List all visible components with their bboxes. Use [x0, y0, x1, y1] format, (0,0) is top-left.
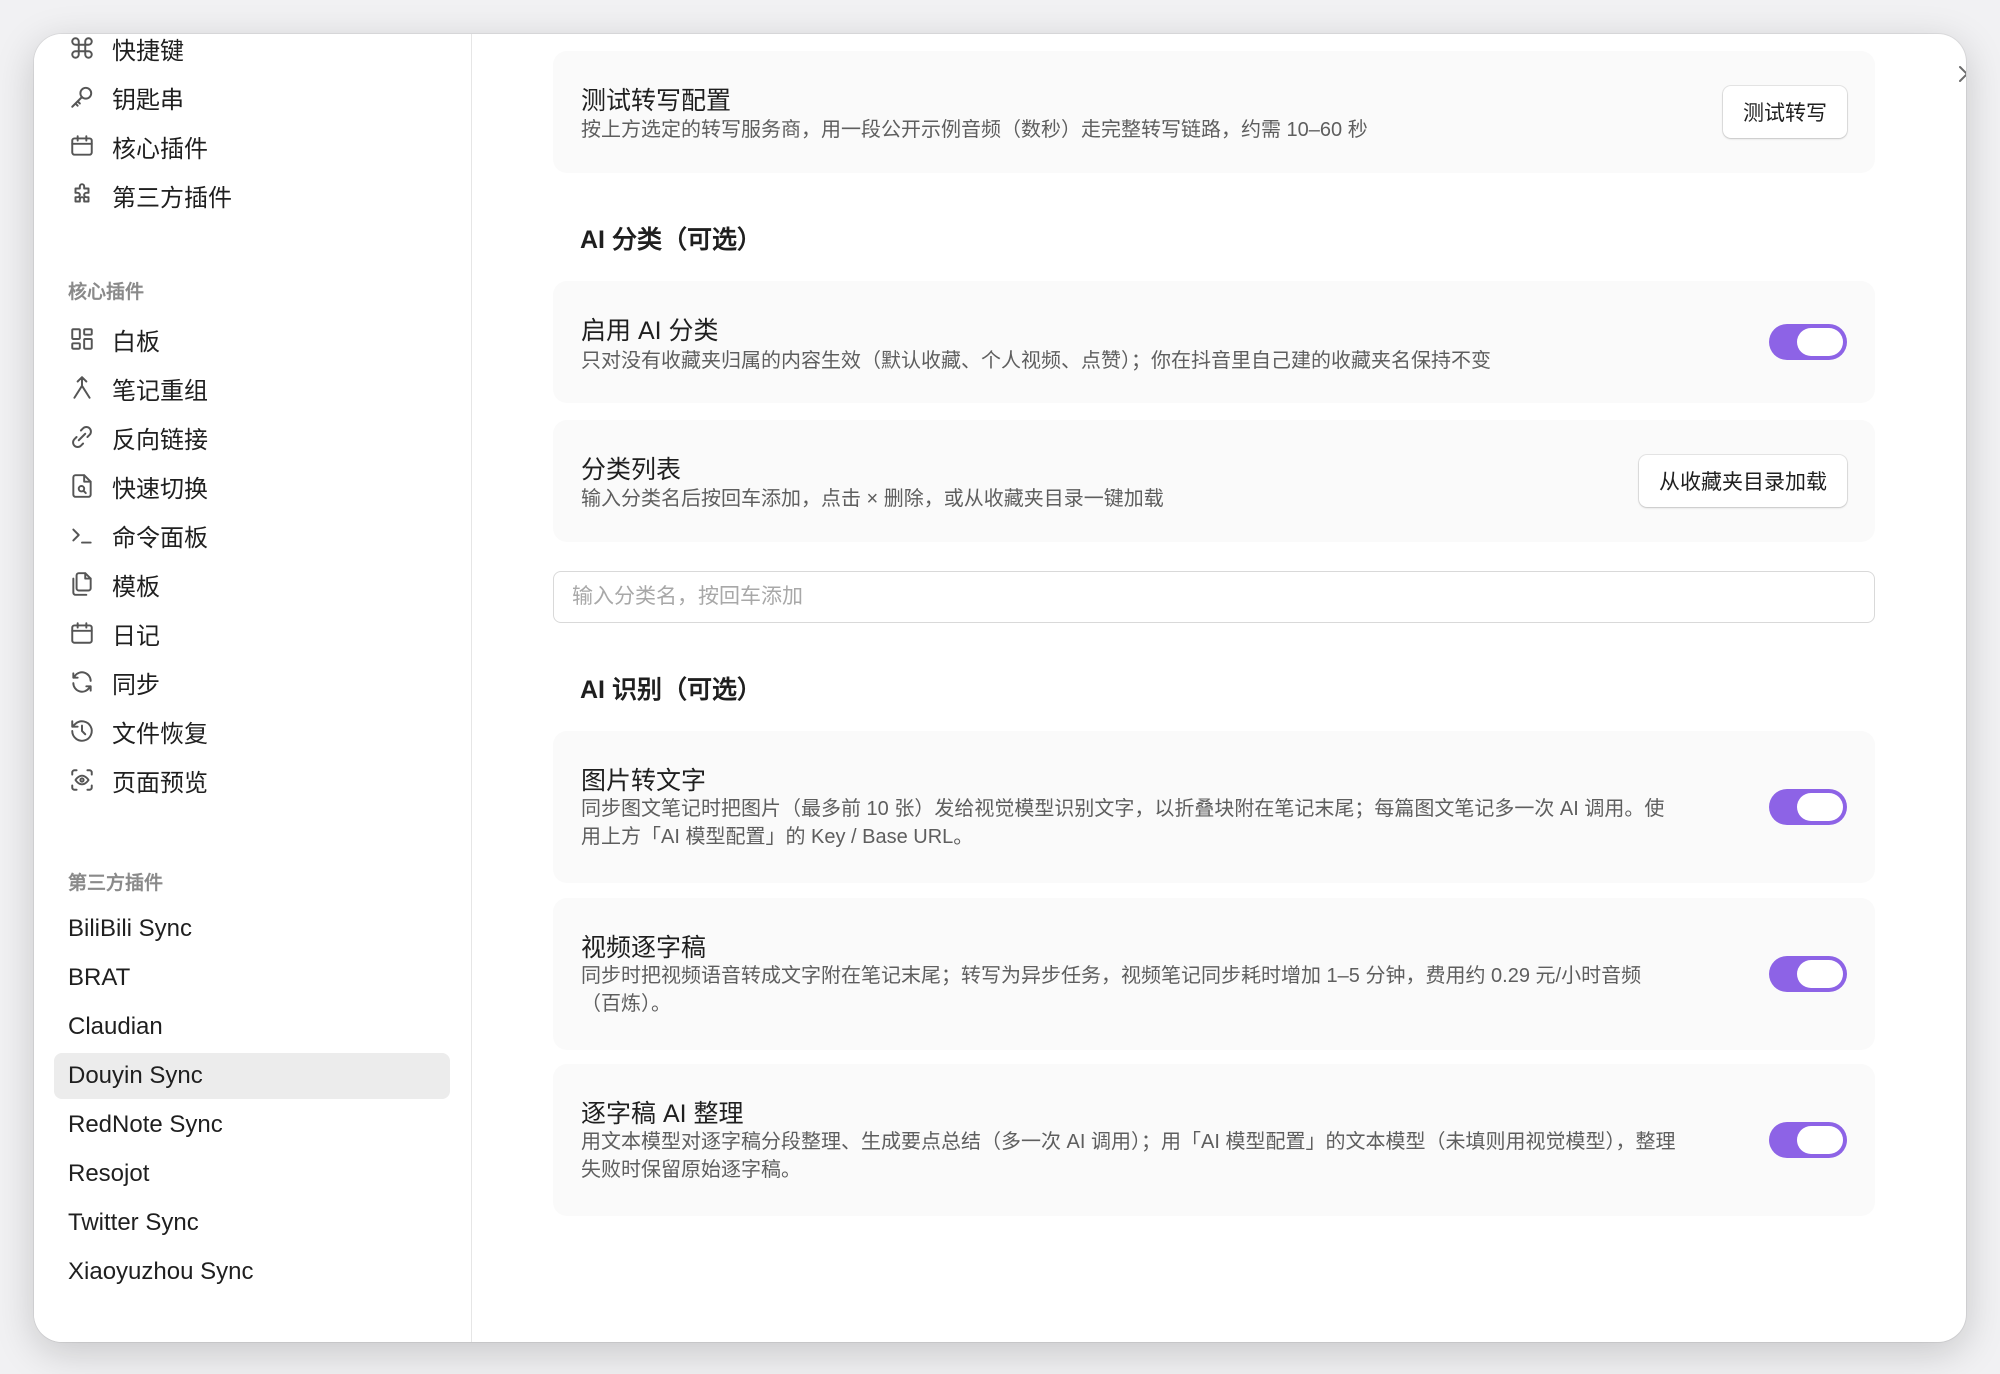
setting-title: 启用 AI 分类: [581, 317, 719, 345]
setting-description: 同步时把视频语音转成文字附在笔记末尾；转写为异步任务，视频笔记同步耗时增加 1–…: [581, 965, 1642, 987]
sidebar-item-bilibili-sync[interactable]: BiliBili Sync: [54, 906, 450, 952]
backlink-icon: [68, 423, 96, 451]
test-transcribe-setting: 测试转写配置 按上方选定的转写服务商，用一段公开示例音频（数秒）走完整转写链路，…: [553, 51, 1875, 173]
setting-description: 失败时保留原始逐字稿。: [581, 1159, 801, 1181]
sidebar-item-label: 第三方插件: [112, 184, 232, 212]
sidebar-item-page-preview[interactable]: 页面预览: [54, 757, 450, 803]
sidebar-item-label: 反向链接: [112, 426, 208, 454]
sidebar-item-rednote-sync[interactable]: RedNote Sync: [54, 1102, 450, 1148]
setting-title: 图片转文字: [581, 767, 707, 795]
sidebar-item-twitter-sync[interactable]: Twitter Sync: [54, 1200, 450, 1246]
sidebar-item-douyin-sync[interactable]: Douyin Sync: [54, 1053, 450, 1099]
sidebar-item-label: 白板: [112, 328, 160, 356]
setting-description: 用上方「AI 模型配置」的 Key / Base URL。: [581, 826, 974, 848]
sidebar-item-label: 钥匙串: [112, 86, 184, 114]
sidebar-item-label: 命令面板: [112, 524, 208, 552]
sidebar-item-community-plugins[interactable]: 第三方插件: [54, 172, 450, 218]
sidebar-item-xiaoyuzhou-sync[interactable]: Xiaoyuzhou Sync: [54, 1249, 450, 1295]
sidebar-item-brat[interactable]: BRAT: [54, 955, 450, 1001]
terminal-icon: [68, 521, 96, 549]
sidebar-item-command-palette[interactable]: 命令面板: [54, 512, 450, 558]
close-icon: [1959, 66, 1966, 82]
puzzle-icon: [68, 181, 96, 209]
transcript-ai-toggle[interactable]: [1769, 1122, 1847, 1158]
command-icon: [68, 34, 96, 62]
merge-icon: [68, 374, 96, 402]
sidebar-item-file-recovery[interactable]: 文件恢复: [54, 708, 450, 754]
files-icon: [68, 570, 96, 598]
refresh-icon: [68, 668, 96, 696]
setting-title: 逐字稿 AI 整理: [581, 1100, 744, 1128]
setting-title: 测试转写配置: [581, 87, 732, 115]
sidebar-item-resojot[interactable]: Resojot: [54, 1151, 450, 1197]
sidebar-item-quick-switcher[interactable]: 快速切换: [54, 463, 450, 509]
sidebar-item-note-composer[interactable]: 笔记重组: [54, 365, 450, 411]
setting-description: 只对没有收藏夹归属的内容生效（默认收藏、个人视频、点赞）；你在抖音里自己建的收藏…: [581, 350, 1491, 372]
key-icon: [68, 83, 96, 111]
sidebar-item-claudian[interactable]: Claudian: [54, 1004, 450, 1050]
enable-ai-classify-toggle[interactable]: [1769, 324, 1847, 360]
setting-description: （百炼）。: [581, 993, 671, 1015]
category-list-setting: 分类列表 输入分类名后按回车添加，点击 × 删除，或从收藏夹目录一键加载 从收藏…: [553, 420, 1875, 542]
settings-window: 快捷键 钥匙串 核心插件 第三方插件 核心插件 白板 笔记重组 反向链接 快速切…: [34, 34, 1966, 1342]
sidebar-item-hotkeys[interactable]: 快捷键: [54, 34, 450, 71]
enable-ai-classify-setting: 启用 AI 分类 只对没有收藏夹归属的内容生效（默认收藏、个人视频、点赞）；你在…: [553, 281, 1875, 403]
toggle-knob: [1797, 1126, 1843, 1154]
scan-eye-icon: [68, 766, 96, 794]
history-icon: [68, 717, 96, 745]
sidebar-item-label: 核心插件: [112, 135, 208, 163]
transcript-ai-setting: 逐字稿 AI 整理 用文本模型对逐字稿分段整理、生成要点总结（多一次 AI 调用…: [553, 1064, 1875, 1216]
sidebar-item-daily-notes[interactable]: 日记: [54, 610, 450, 656]
sidebar-item-label: BRAT: [68, 964, 131, 991]
toggle-knob: [1797, 960, 1843, 988]
sidebar-item-templates[interactable]: 模板: [54, 561, 450, 607]
sidebar-item-label: Douyin Sync: [68, 1062, 203, 1089]
sidebar-item-label: 快捷键: [112, 37, 184, 65]
ai-recognize-heading: AI 识别（可选）: [580, 676, 762, 704]
setting-description: 输入分类名后按回车添加，点击 × 删除，或从收藏夹目录一键加载: [581, 488, 1164, 510]
sidebar-item-label: RedNote Sync: [68, 1111, 223, 1138]
sidebar-item-label: BiliBili Sync: [68, 915, 193, 942]
sidebar-item-label: 同步: [112, 671, 160, 699]
video-transcript-setting: 视频逐字稿 同步时把视频语音转成文字附在笔记末尾；转写为异步任务，视频笔记同步耗…: [553, 898, 1875, 1050]
third-party-plugins-group-title: 第三方插件: [68, 873, 164, 894]
sidebar-item-core-plugins[interactable]: 核心插件: [54, 123, 450, 169]
load-from-folders-button[interactable]: 从收藏夹目录加载: [1639, 455, 1847, 507]
sidebar-item-canvas[interactable]: 白板: [54, 316, 450, 362]
settings-content: 测试转写配置 按上方选定的转写服务商，用一段公开示例音频（数秒）走完整转写链路，…: [472, 34, 1966, 1342]
sidebar-item-label: Resojot: [68, 1160, 150, 1187]
sidebar-item-keychain[interactable]: 钥匙串: [54, 74, 450, 120]
close-button[interactable]: [1945, 52, 1966, 96]
ai-classify-heading: AI 分类（可选）: [580, 226, 762, 254]
sidebar-item-label: 日记: [112, 622, 160, 650]
toggle-knob: [1797, 328, 1843, 356]
setting-description: 同步图文笔记时把图片（最多前 10 张）发给视觉模型识别文字，以折叠块附在笔记末…: [581, 798, 1665, 820]
image-to-text-toggle[interactable]: [1769, 789, 1847, 825]
sidebar-item-label: Claudian: [68, 1013, 163, 1040]
sidebar-item-label: 快速切换: [112, 475, 208, 503]
sidebar-item-label: 笔记重组: [112, 377, 208, 405]
sidebar-item-label: 模板: [112, 573, 160, 601]
canvas-icon: [68, 325, 96, 353]
file-search-icon: [68, 472, 96, 500]
core-plugins-group-title: 核心插件: [68, 282, 145, 303]
category-input[interactable]: [553, 571, 1875, 623]
test-transcribe-button[interactable]: 测试转写: [1723, 86, 1847, 138]
toggle-knob: [1797, 793, 1843, 821]
image-to-text-setting: 图片转文字 同步图文笔记时把图片（最多前 10 张）发给视觉模型识别文字，以折叠…: [553, 731, 1875, 883]
setting-title: 分类列表: [581, 456, 682, 484]
sidebar-item-sync[interactable]: 同步: [54, 659, 450, 705]
calendar-icon: [68, 619, 96, 647]
sidebar-item-backlinks[interactable]: 反向链接: [54, 414, 450, 460]
sidebar-item-label: 文件恢复: [112, 720, 208, 748]
setting-description: 用文本模型对逐字稿分段整理、生成要点总结（多一次 AI 调用）；用「AI 模型配…: [581, 1131, 1676, 1153]
video-transcript-toggle[interactable]: [1769, 956, 1847, 992]
sidebar-item-label: 页面预览: [112, 769, 208, 797]
sidebar-item-label: Xiaoyuzhou Sync: [68, 1258, 254, 1285]
calendar-icon: [68, 132, 96, 160]
setting-title: 视频逐字稿: [581, 934, 707, 962]
sidebar-item-label: Twitter Sync: [68, 1209, 199, 1236]
setting-description: 按上方选定的转写服务商，用一段公开示例音频（数秒）走完整转写链路，约需 10–6…: [581, 119, 1368, 141]
settings-sidebar: 快捷键 钥匙串 核心插件 第三方插件 核心插件 白板 笔记重组 反向链接 快速切…: [34, 34, 472, 1342]
